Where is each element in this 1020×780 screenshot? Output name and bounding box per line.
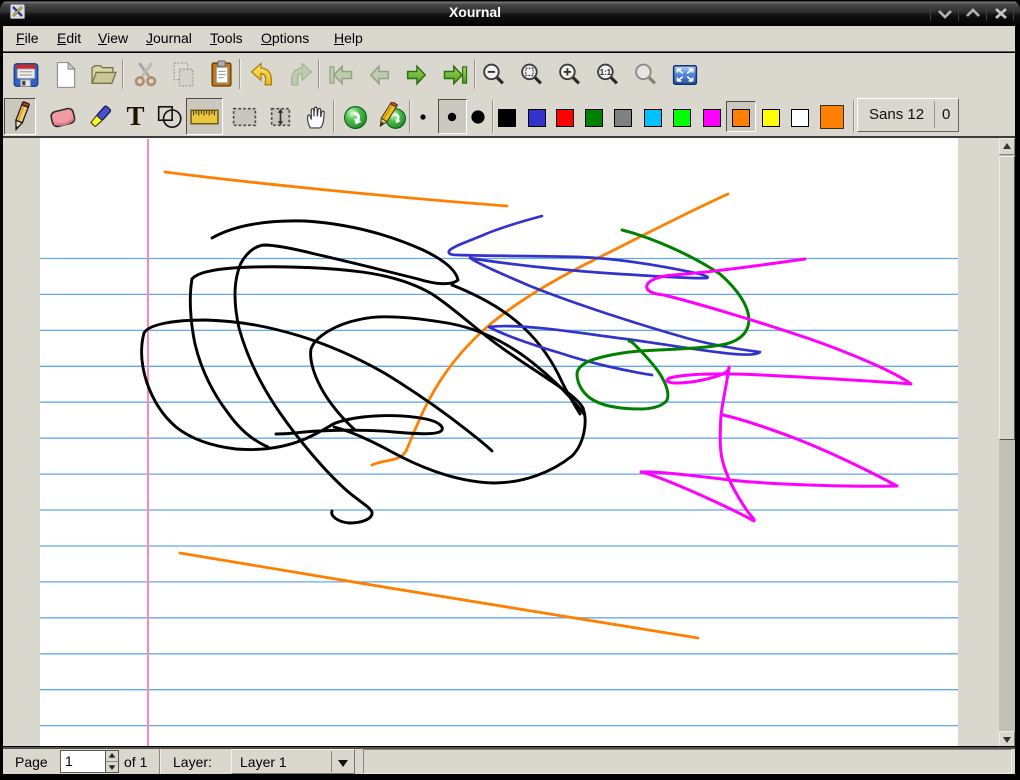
svg-text:1:1: 1:1 xyxy=(600,68,612,77)
